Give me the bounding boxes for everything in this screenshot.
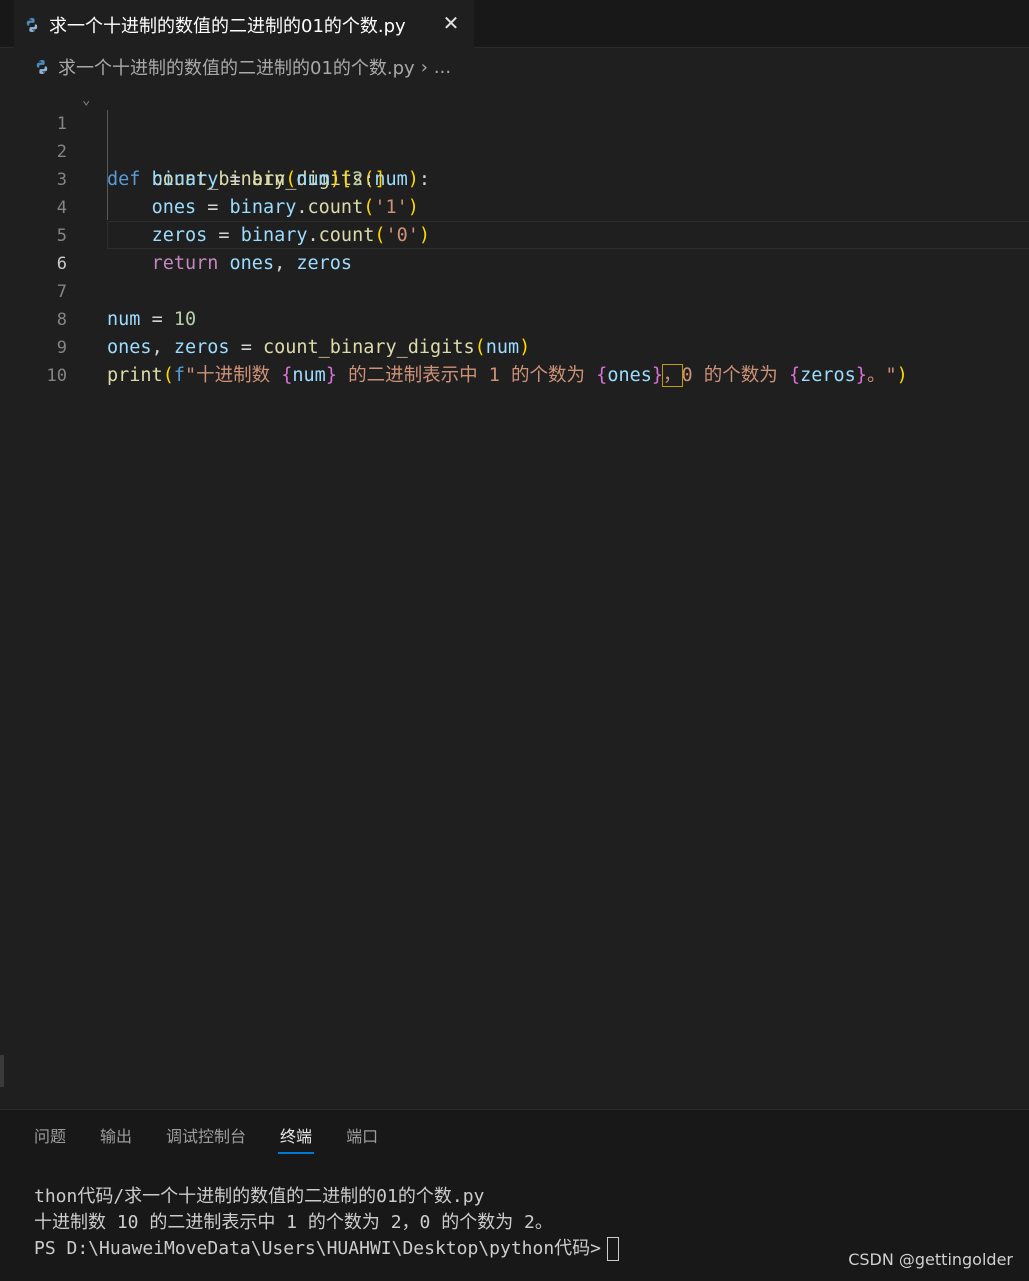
- breadcrumb-file[interactable]: 求一个十进制的数值的二进制的01的个数.py: [58, 54, 415, 80]
- line-number: 10: [46, 366, 67, 386]
- chevron-right-icon: ›: [420, 56, 428, 78]
- close-icon[interactable]: ✕: [438, 10, 464, 36]
- code-editor[interactable]: 1 ⌄ def count_binary_digits(num): 2 bina…: [0, 80, 1029, 1108]
- terminal-prompt: PS D:\HuaweiMoveData\Users\HUAHWI\Deskto…: [34, 1238, 602, 1259]
- code-line: 4 zeros = binary.count('0'): [0, 166, 1029, 246]
- tab-terminal[interactable]: 终端: [278, 1124, 315, 1154]
- python-icon: [24, 17, 40, 33]
- watermark: CSDN @gettingolder: [848, 1250, 1013, 1269]
- code-line: 9 print(f"十进制数 {num} 的二进制表示中 1 的个数为 {one…: [0, 306, 1029, 387]
- code-line: 8 ones, zeros = count_binary_digits(num): [0, 278, 1029, 358]
- scrollbar[interactable]: [0, 1055, 4, 1087]
- code-line: 2 binary = bin(num)[2:]: [0, 110, 1029, 190]
- code-line: 7 num = 10: [0, 250, 1029, 330]
- code-line: 1 ⌄ def count_binary_digits(num):: [0, 82, 1029, 190]
- code-line: 5 return ones, zeros: [0, 194, 1029, 274]
- code-line: 3 ones = binary.count('1'): [0, 138, 1029, 218]
- tab-title: 求一个十进制的数值的二进制的01的个数.py: [49, 15, 406, 37]
- tab-output[interactable]: 输出: [100, 1124, 132, 1154]
- terminal-line: thon代码/求一个十进制的数值的二进制的01的个数.py: [34, 1186, 485, 1207]
- terminal-prompt-line: PS D:\HuaweiMoveData\Users\HUAHWI\Deskto…: [34, 1236, 620, 1262]
- tab-problems[interactable]: 问题: [34, 1124, 66, 1154]
- breadcrumb-more[interactable]: ...: [434, 57, 451, 78]
- code-line: 6: [0, 222, 1029, 274]
- panel-tabs: 问题 输出 调试控制台 终端 端口: [34, 1124, 378, 1154]
- tab-debug-console[interactable]: 调试控制台: [166, 1124, 246, 1154]
- editor-tab-active[interactable]: 求一个十进制的数值的二进制的01的个数.py ✕: [14, 0, 474, 48]
- terminal-line: 十进制数 10 的二进制表示中 1 的个数为 2，0 的个数为 2。: [34, 1212, 553, 1233]
- breadcrumb: 求一个十进制的数值的二进制的01的个数.py › ...: [34, 54, 451, 80]
- python-icon: [34, 59, 50, 75]
- code-line: 10: [0, 334, 1029, 386]
- editor-tab-bar: 求一个十进制的数值的二进制的01的个数.py ✕: [0, 0, 1029, 48]
- tab-ports[interactable]: 端口: [346, 1124, 378, 1154]
- terminal[interactable]: thon代码/求一个十进制的数值的二进制的01的个数.py 十进制数 10 的二…: [34, 1184, 620, 1262]
- terminal-cursor: [607, 1237, 620, 1261]
